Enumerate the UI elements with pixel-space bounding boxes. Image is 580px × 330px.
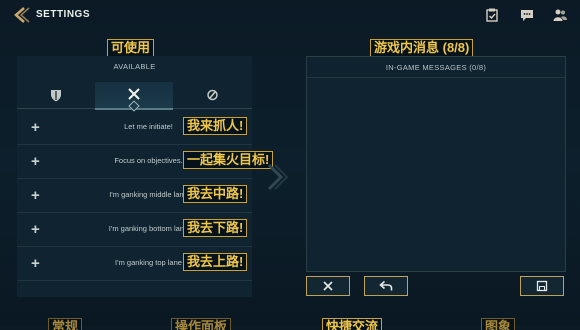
friends-icon[interactable] <box>552 7 568 23</box>
page-title: SETTINGS <box>36 9 91 20</box>
tab-defense[interactable] <box>17 82 95 108</box>
add-icon[interactable]: + <box>31 255 40 272</box>
clipboard-check-icon[interactable] <box>484 7 500 23</box>
bottom-tab-controls[interactable]: 操作面板 <box>171 318 232 330</box>
crossed-swords-icon <box>128 88 140 100</box>
bottom-tab-quick-chat[interactable]: 快捷交流 <box>322 318 383 330</box>
active-tab-marker <box>128 100 140 112</box>
in-game-messages-panel: IN-GAME MESSAGES (0/8) <box>306 56 566 272</box>
bottom-tab-general[interactable]: 常规 <box>48 318 83 330</box>
undo-button[interactable] <box>364 276 408 296</box>
clear-button[interactable] <box>306 276 350 296</box>
close-icon <box>323 281 333 291</box>
transfer-arrow-icon <box>267 163 288 191</box>
category-tabs <box>17 82 252 112</box>
chat-icon[interactable] <box>519 7 535 23</box>
bottom-tab-graphics[interactable]: 图象 <box>481 318 516 330</box>
save-button[interactable] <box>520 276 564 296</box>
add-icon[interactable]: + <box>31 153 40 170</box>
available-title: AVAILABLE <box>113 62 156 71</box>
ping-icon <box>207 89 218 101</box>
tab-ping[interactable] <box>173 82 251 108</box>
back-chevron-icon[interactable] <box>12 6 32 24</box>
left-panel-annotation: 可使用 <box>107 39 155 57</box>
tab-combat[interactable] <box>95 82 173 112</box>
save-icon <box>536 280 548 292</box>
add-icon[interactable]: + <box>31 119 40 136</box>
add-icon[interactable]: + <box>31 187 40 204</box>
undo-icon <box>379 280 393 291</box>
row-annotation: 我去中路! <box>183 185 248 203</box>
right-panel-annotation: 游戏内消息 (8/8) <box>370 39 474 57</box>
row-annotation: 我去上路! <box>183 253 248 271</box>
shield-icon <box>51 90 61 102</box>
top-bar: SETTINGS <box>0 0 580 30</box>
row-annotation: 我去下路! <box>183 219 248 237</box>
in-game-messages-title: IN-GAME MESSAGES (0/8) <box>307 57 565 78</box>
row-annotation: 我来抓人! <box>183 117 248 135</box>
add-icon[interactable]: + <box>31 221 40 238</box>
row-annotation: 一起集火目标! <box>183 151 274 169</box>
